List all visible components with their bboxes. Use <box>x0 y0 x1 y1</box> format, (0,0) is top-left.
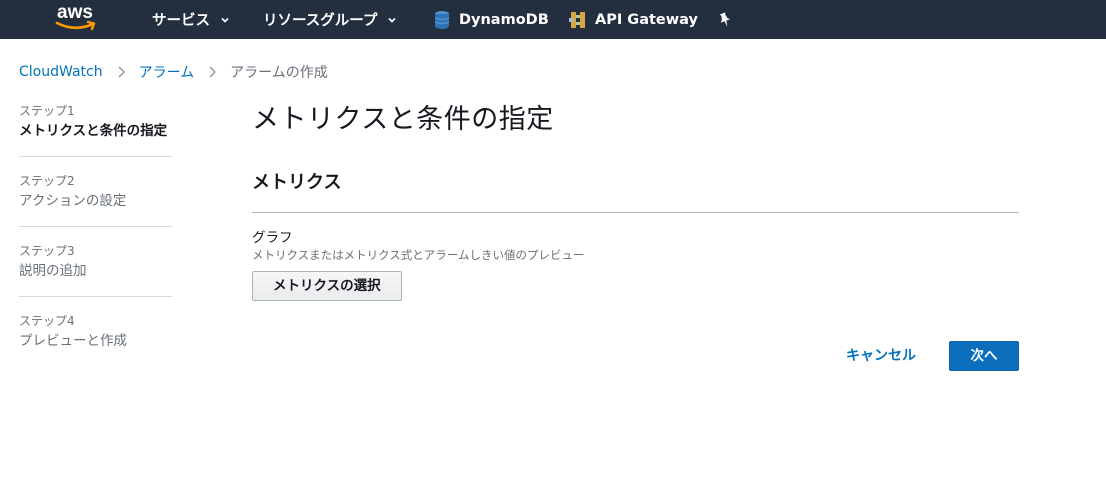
api-gateway-label: API Gateway <box>595 11 698 28</box>
services-menu[interactable]: サービス <box>152 0 230 39</box>
services-menu-label: サービス <box>152 13 210 29</box>
step-4-number: ステップ4 <box>19 314 75 328</box>
step-1-number: ステップ1 <box>19 104 75 118</box>
step-2: ステップ2 アクションの設定 <box>19 173 172 227</box>
aws-smile-icon <box>55 20 96 31</box>
page-title: メトリクスと条件の指定 <box>252 104 554 135</box>
dynamodb-shortcut[interactable]: DynamoDB <box>433 0 549 39</box>
cancel-button[interactable]: キャンセル <box>846 344 916 368</box>
breadcrumb: CloudWatch アラーム アラームの作成 <box>19 62 328 82</box>
dynamodb-label: DynamoDB <box>459 11 549 28</box>
top-navigation-bar: aws サービス リソースグループ DynamoDB API Gateway <box>0 0 1106 39</box>
chevron-down-icon <box>221 17 229 23</box>
step-3: ステップ3 説明の追加 <box>19 243 172 297</box>
api-gateway-icon <box>569 11 585 28</box>
graph-description: メトリクスまたはメトリクス式とアラームしきい値のプレビュー <box>252 248 585 262</box>
pin-button[interactable] <box>718 0 732 39</box>
resource-groups-menu-label: リソースグループ <box>263 13 378 29</box>
step-1-title: メトリクスと条件の指定 <box>19 123 168 139</box>
step-2-title[interactable]: アクションの設定 <box>19 191 172 212</box>
api-gateway-shortcut[interactable]: API Gateway <box>569 0 698 39</box>
graph-label: グラフ <box>252 230 293 246</box>
breadcrumb-current-page: アラームの作成 <box>230 65 328 81</box>
aws-logo[interactable]: aws <box>55 2 101 34</box>
chevron-down-icon <box>388 17 396 23</box>
step-1: ステップ1 メトリクスと条件の指定 <box>19 103 172 157</box>
step-3-number: ステップ3 <box>19 244 75 258</box>
breadcrumb-cloudwatch-link[interactable]: CloudWatch <box>19 64 103 80</box>
main-content: メトリクスと条件の指定 メトリクス グラフ メトリクスまたはメトリクス式とアラー… <box>252 100 1019 301</box>
step-2-number: ステップ2 <box>19 174 75 188</box>
pin-icon <box>719 11 731 27</box>
chevron-right-icon <box>209 66 217 78</box>
step-3-title[interactable]: 説明の追加 <box>19 261 172 282</box>
metrics-section-title: メトリクス <box>252 170 1019 213</box>
resource-groups-menu[interactable]: リソースグループ <box>263 0 397 39</box>
select-metric-button[interactable]: メトリクスの選択 <box>252 271 402 301</box>
next-button[interactable]: 次へ <box>949 341 1019 371</box>
wizard-steps-nav: ステップ1 メトリクスと条件の指定 ステップ2 アクションの設定 ステップ3 説… <box>19 103 172 382</box>
step-4: ステップ4 プレビューと作成 <box>19 313 172 366</box>
breadcrumb-alarms-link[interactable]: アラーム <box>139 62 195 82</box>
step-4-title[interactable]: プレビューと作成 <box>19 331 172 352</box>
dynamodb-icon <box>434 10 450 29</box>
chevron-right-icon <box>118 66 125 78</box>
